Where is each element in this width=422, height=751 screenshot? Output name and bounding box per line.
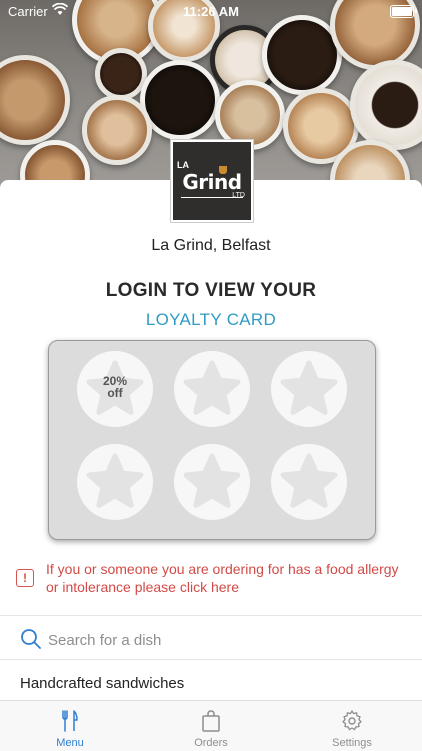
venue-name: La Grind, Belfast [151,237,271,254]
coffee-cup-image [0,55,70,145]
stamp-slot [174,351,250,427]
venue-logo: LA Grind LTD [171,140,253,222]
tab-label: Orders [194,737,228,749]
status-bar: Carrier 11:26 AM [0,0,422,22]
star-icon [280,453,338,508]
coffee-cup-image [82,95,152,165]
tab-label: Menu [56,737,84,749]
tab-label: Settings [332,737,372,749]
shopping-bag-icon [202,710,220,732]
divider [0,615,422,616]
tab-menu[interactable]: Menu [0,701,140,751]
loyalty-stamp-card[interactable]: 20% off [48,340,376,540]
gear-icon [342,710,362,731]
warning-icon: ! [16,569,34,587]
loyalty-card-link[interactable]: LOYALTY CARD [0,310,422,330]
battery-icon [390,5,417,18]
reward-off: off [107,386,123,400]
search-bar[interactable] [0,620,422,658]
category-heading[interactable]: Handcrafted sandwiches [20,675,184,692]
clock-time: 11:26 AM [183,4,239,19]
star-icon [280,360,338,415]
stamp-slot [271,351,347,427]
logo-text-suffix: LTD [232,192,245,199]
tab-settings[interactable]: Settings [282,701,422,751]
divider [0,659,422,660]
tab-bar: Menu Orders Settings [0,700,422,751]
stamp-slot [174,444,250,520]
star-icon [183,453,241,508]
stamp-slot-reward: 20% off [77,351,153,427]
logo-text-top: LA [177,160,189,170]
star-icon [183,360,241,415]
coffee-cup-image [350,60,422,150]
allergy-text[interactable]: If you or someone you are ordering for h… [46,560,412,596]
login-title: LOGIN TO VIEW YOUR [105,280,317,301]
stamp-slot [271,444,347,520]
tab-orders[interactable]: Orders [141,701,281,751]
reward-label: 20% off [77,375,153,399]
stamp-slot [77,444,153,520]
search-input[interactable] [46,628,390,652]
logo-text-main: Grind [182,170,242,194]
coffee-cup-image [140,60,220,140]
star-icon [86,453,144,508]
fork-knife-icon [62,710,78,732]
coffee-cup-image [95,48,147,100]
allergy-notice[interactable]: ! If you or someone you are ordering for… [0,560,422,600]
logo-cup-icon [219,166,227,174]
search-icon [21,629,41,649]
